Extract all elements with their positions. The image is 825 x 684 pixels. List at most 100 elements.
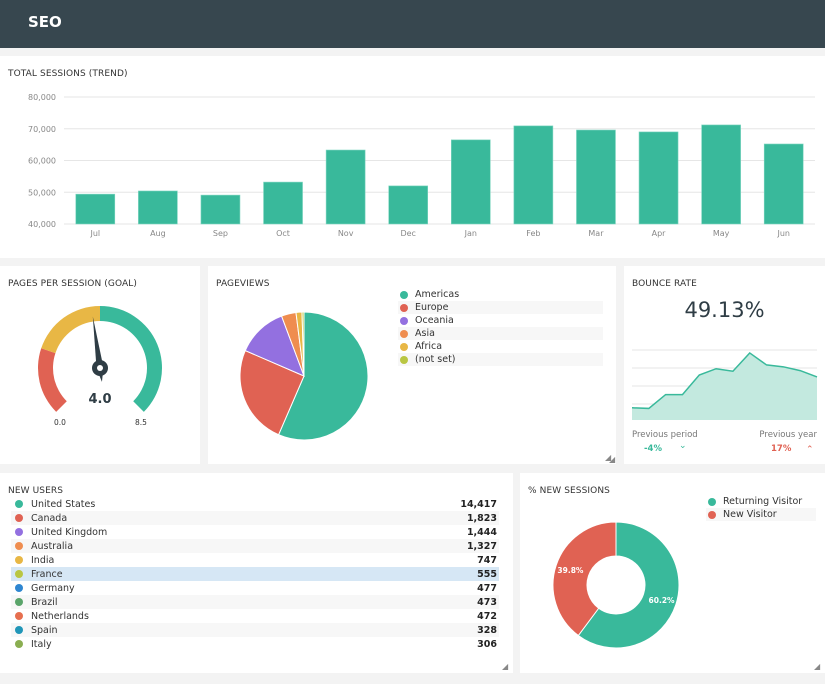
new-users-count: 1,444	[466, 526, 497, 538]
legend-dot-icon	[708, 497, 716, 506]
resize-handle-icon[interactable]: ◢	[814, 663, 821, 671]
total-sessions-panel[interactable]: TOTAL SESSIONS (TREND) 40,000 50,000 60,00…	[0, 56, 825, 258]
country-name: France	[31, 568, 63, 580]
new-users-count: 328	[477, 624, 497, 636]
new-sessions-panel[interactable]: % NEW SESSIONS 60.2% 39.8% Returning Visi…	[520, 473, 825, 673]
panel-title: % NEW SESSIONS	[528, 486, 610, 496]
dashboard-title: SEO	[28, 13, 62, 31]
pageviews-legend: Americas Europe Oceania Asia Africa (not set)	[398, 288, 603, 366]
new-users-count: 1,327	[466, 540, 497, 552]
y-tick-label: 40,000	[28, 220, 56, 229]
pages-per-session-panel[interactable]: PAGES PER SESSION (GOAL) 4.0 0.0 8.5	[0, 266, 200, 464]
legend-label: (not set)	[415, 354, 456, 365]
x-tick-label: Nov	[338, 229, 354, 238]
legend-label: Africa	[415, 341, 443, 352]
new-sessions-donut-chart: 60.2% 39.8%	[552, 521, 680, 649]
legend-label: Oceania	[415, 315, 454, 326]
table-row[interactable]: Netherlands 472	[11, 609, 499, 623]
country-name: Australia	[31, 540, 74, 552]
sessions-bar-chart: 40,000 50,000 60,000 70,000 80,000 Jul Aug Sep O…	[28, 93, 815, 238]
pageviews-legend-item[interactable]: Africa	[398, 340, 603, 353]
pageviews-panel[interactable]: PAGEVIEWS Americas Europe Oceania Asia Afric…	[208, 266, 616, 464]
x-tick-label: Dec	[400, 229, 415, 238]
bar-dec	[388, 185, 429, 225]
gauge-band-1	[41, 306, 100, 354]
legend-dot-icon	[15, 640, 23, 648]
table-row[interactable]: United Kingdom 1,444	[11, 525, 499, 539]
legend-label: Returning Visitor	[723, 496, 803, 507]
new-users-count: 14,417	[460, 498, 497, 510]
bar-oct	[263, 181, 303, 225]
bar-may	[701, 124, 741, 225]
country-name: Netherlands	[31, 610, 89, 622]
new-sessions-legend-item[interactable]: New Visitor	[706, 508, 816, 521]
table-row[interactable]: Italy 306	[11, 637, 499, 651]
bounce-rate-panel[interactable]: BOUNCE RATE 49.13% Previous period Previ…	[624, 266, 825, 464]
legend-dot-icon	[400, 329, 408, 338]
bar-apr	[638, 131, 679, 225]
bar-aug	[138, 190, 178, 225]
bounce-rate-value: 49.13%	[684, 298, 765, 322]
pageviews-legend-item[interactable]: Europe	[398, 301, 603, 314]
bar-jun	[763, 143, 804, 225]
table-row[interactable]: Brazil 473	[11, 595, 499, 609]
y-tick-label: 70,000	[28, 125, 56, 134]
gauge-needle-hub-center	[97, 365, 103, 371]
table-row[interactable]: Canada 1,823	[11, 511, 499, 525]
top-bar: SEO	[0, 0, 825, 48]
trend-up-icon: ⌃	[806, 445, 814, 455]
new-sessions-legend-item[interactable]: Returning Visitor	[706, 495, 816, 508]
country-name: United Kingdom	[31, 526, 108, 538]
gauge-chart	[38, 306, 162, 412]
x-tick-label: Jun	[776, 229, 790, 238]
panel-title: BOUNCE RATE	[632, 279, 697, 289]
pageviews-legend-item[interactable]: (not set)	[398, 353, 603, 366]
legend-dot-icon	[400, 303, 408, 312]
previous-year-label: Previous year	[759, 430, 817, 440]
legend-label: Europe	[415, 302, 449, 313]
table-row[interactable]: Germany 477	[11, 581, 499, 595]
pageviews-legend-item[interactable]: Americas	[398, 288, 603, 301]
legend-dot-icon	[400, 342, 408, 351]
legend-dot-icon	[15, 542, 23, 550]
x-tick-label: May	[713, 229, 730, 238]
bar-jul	[75, 193, 116, 225]
resize-handle-icon[interactable]: ◢	[502, 663, 509, 671]
legend-dot-icon	[15, 500, 23, 508]
country-name: United States	[31, 498, 96, 510]
x-tick-label: Apr	[652, 229, 667, 238]
new-sessions-legend: Returning Visitor New Visitor	[706, 495, 816, 521]
pageviews-legend-item[interactable]: Oceania	[398, 314, 603, 327]
gauge-max-label: 8.5	[135, 418, 147, 427]
table-row[interactable]: Spain 328	[11, 623, 499, 637]
legend-dot-icon	[400, 290, 408, 299]
country-name: Spain	[31, 624, 58, 636]
pageviews-legend-item[interactable]: Asia	[398, 327, 603, 340]
x-tick-label: Mar	[588, 229, 604, 238]
x-tick-label: Aug	[150, 229, 166, 238]
x-tick-label: Oct	[276, 229, 290, 238]
previous-period-label: Previous period	[632, 430, 698, 440]
gauge-band-0	[38, 348, 67, 412]
table-row[interactable]: France 555	[11, 567, 499, 581]
new-users-count: 473	[477, 596, 497, 608]
resize-handle-icon[interactable]: ◢	[609, 456, 616, 464]
bar-sep	[200, 194, 241, 225]
legend-dot-icon	[15, 626, 23, 634]
legend-dot-icon	[15, 584, 23, 592]
legend-dot-icon	[15, 570, 23, 578]
y-tick-label: 50,000	[28, 188, 56, 197]
table-row[interactable]: Australia 1,327	[11, 539, 499, 553]
slice-label: 39.8%	[557, 566, 584, 575]
slice-label: 60.2%	[649, 596, 676, 605]
legend-dot-icon	[400, 316, 408, 325]
table-row[interactable]: United States 14,417	[11, 497, 499, 511]
panel-title: NEW USERS	[8, 486, 64, 496]
country-name: Italy	[31, 638, 52, 650]
new-users-panel[interactable]: NEW USERS United States 14,417 Canada 1,823…	[0, 473, 513, 673]
legend-dot-icon	[400, 355, 408, 364]
legend-dot-icon	[15, 514, 23, 522]
x-tick-label: Jul	[89, 229, 100, 238]
new-users-count: 306	[477, 638, 497, 650]
table-row[interactable]: India 747	[11, 553, 499, 567]
